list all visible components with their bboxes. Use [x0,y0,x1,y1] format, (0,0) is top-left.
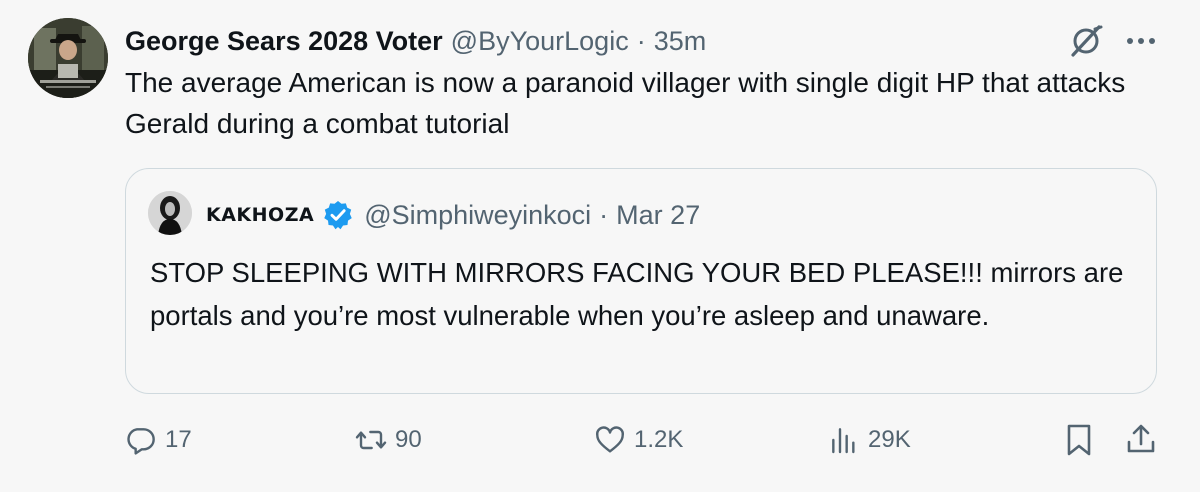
repost-icon [355,430,387,450]
repost-count: 90 [395,426,422,453]
quoted-separator: · [599,199,609,230]
views-count: 29K [868,426,911,453]
views-icon [832,428,855,454]
quoted-tweet-card[interactable]: KAKHOZA @Simphiweyinkoci · Mar 27 STOP S… [125,168,1157,394]
reply-icon [127,428,155,455]
grok-icon[interactable] [1068,24,1104,58]
quoted-display-name[interactable]: KAKHOZA [206,204,314,226]
like-button[interactable]: 1.2K [594,420,683,460]
views-button[interactable]: 29K [828,420,911,460]
author-display-name[interactable]: George Sears 2028 Voter [125,26,443,57]
tweet-timestamp[interactable]: 35m [654,26,707,57]
quoted-date[interactable]: Mar 27 [616,200,700,231]
tweet-text: The average American is now a paranoid v… [125,67,1126,139]
quoted-header: KAKHOZA @Simphiweyinkoci · Mar 27 [206,197,700,233]
more-icon[interactable] [1124,32,1158,50]
tweet-header: George Sears 2028 Voter @ByYourLogic · 3… [125,22,706,60]
verified-badge-icon [324,201,352,230]
tweet: George Sears 2028 Voter @ByYourLogic · 3… [0,0,1200,492]
quoted-handle[interactable]: @Simphiweyinkoci [364,200,591,231]
repost-button[interactable]: 90 [355,420,422,460]
quoted-author-avatar[interactable] [148,191,192,235]
share-icon[interactable] [1124,422,1158,456]
author-avatar[interactable] [28,18,108,98]
reply-button[interactable]: 17 [125,420,192,460]
heart-icon [595,426,625,453]
like-count: 1.2K [634,426,684,453]
reply-count: 17 [165,426,192,453]
author-handle[interactable]: @ByYourLogic [451,26,629,57]
header-separator: · [636,25,646,56]
quoted-text: STOP SLEEPING WITH MIRRORS FACING YOUR B… [150,257,1124,331]
bookmark-icon[interactable] [1064,422,1094,458]
